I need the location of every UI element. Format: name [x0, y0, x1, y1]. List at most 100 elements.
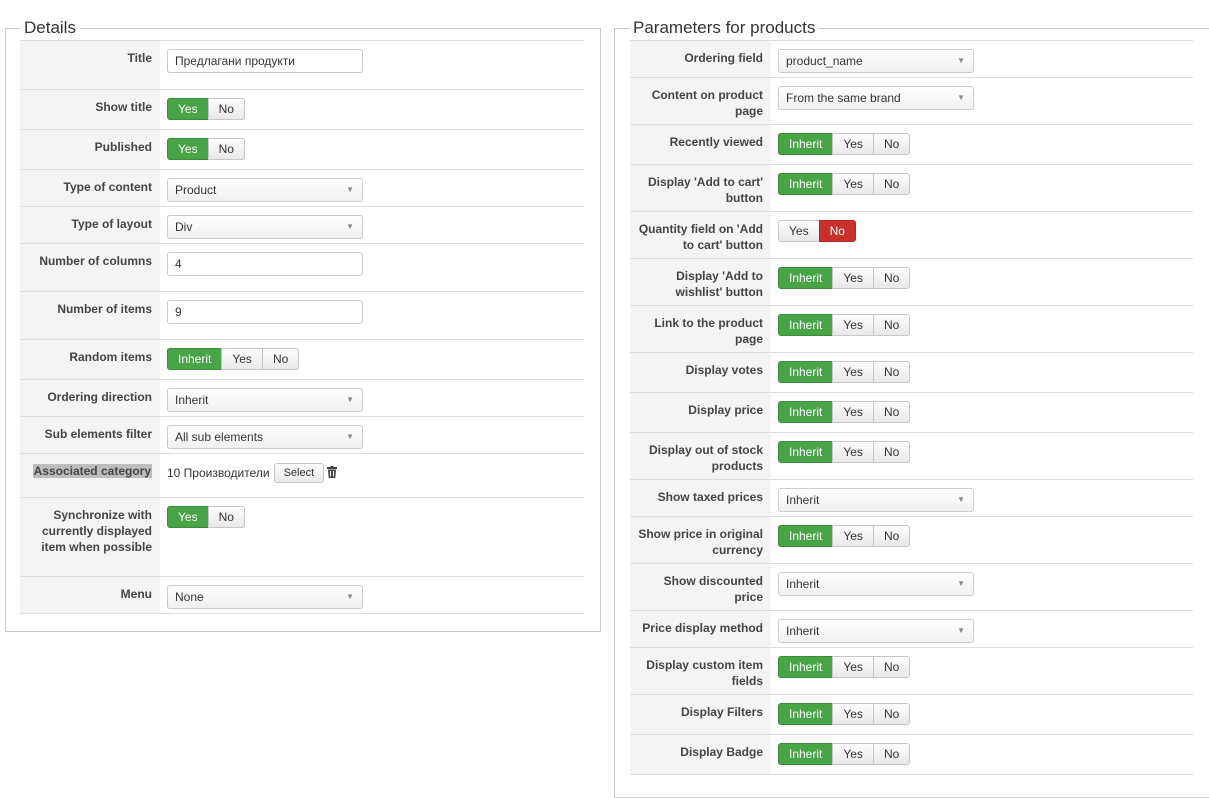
display-badge-inherit-button[interactable]: Inherit: [778, 743, 834, 765]
chevron-down-icon: ▼: [346, 395, 354, 404]
number-of-columns-input[interactable]: [167, 252, 363, 276]
number-of-items-input[interactable]: [167, 300, 363, 324]
show-title-yes-button[interactable]: Yes: [167, 98, 209, 120]
chevron-down-icon: ▼: [346, 222, 354, 231]
display-badge-label: Display Badge: [630, 734, 771, 775]
synchronize-no-button[interactable]: No: [207, 506, 245, 528]
row-display-price: Display price Inherit Yes No: [630, 392, 1193, 433]
type-of-layout-label: Type of layout: [20, 206, 160, 244]
content-on-product-page-select[interactable]: From the same brand ▼: [778, 86, 974, 110]
display-filters-yes-button[interactable]: Yes: [832, 703, 874, 725]
display-out-of-stock-inherit-button[interactable]: Inherit: [778, 441, 834, 463]
show-discounted-price-value: Inherit: [786, 577, 820, 591]
menu-select[interactable]: None ▼: [167, 585, 363, 609]
ordering-direction-label: Ordering direction: [20, 379, 160, 417]
display-votes-label: Display votes: [630, 352, 771, 393]
display-add-to-cart-inherit-button[interactable]: Inherit: [778, 173, 834, 195]
show-taxed-prices-select[interactable]: Inherit ▼: [778, 488, 974, 512]
row-synchronize: Synchronize with currently displayed ite…: [20, 497, 584, 577]
display-add-to-wishlist-no-button[interactable]: No: [872, 267, 911, 289]
display-custom-fields-inherit-button[interactable]: Inherit: [778, 656, 834, 678]
display-votes-toggle: Inherit Yes No: [778, 361, 911, 383]
details-form-table: Title Show title Yes No Published Yes No…: [20, 40, 584, 614]
price-display-method-select[interactable]: Inherit ▼: [778, 619, 974, 643]
show-title-label: Show title: [20, 89, 160, 130]
display-custom-fields-label: Display custom item fields: [630, 647, 771, 695]
display-badge-no-button[interactable]: No: [872, 743, 911, 765]
display-votes-no-button[interactable]: No: [872, 361, 911, 383]
published-yes-button[interactable]: Yes: [167, 138, 209, 160]
show-price-original-currency-yes-button[interactable]: Yes: [832, 525, 874, 547]
show-title-no-button[interactable]: No: [207, 98, 245, 120]
type-of-layout-select[interactable]: Div ▼: [167, 215, 363, 239]
associated-category-select-button[interactable]: Select: [273, 463, 325, 483]
row-number-of-items: Number of items: [20, 291, 584, 340]
chevron-down-icon: ▼: [957, 626, 965, 635]
sub-elements-filter-value: All sub elements: [175, 430, 264, 444]
quantity-field-yes-button[interactable]: Yes: [778, 220, 820, 242]
display-price-no-button[interactable]: No: [872, 401, 911, 423]
params-legend: Parameters for products: [633, 18, 816, 37]
sub-elements-filter-label: Sub elements filter: [20, 416, 160, 454]
display-custom-fields-toggle: Inherit Yes No: [778, 656, 911, 678]
random-items-yes-button[interactable]: Yes: [221, 348, 263, 370]
show-price-original-currency-inherit-button[interactable]: Inherit: [778, 525, 834, 547]
published-no-button[interactable]: No: [207, 138, 245, 160]
display-out-of-stock-yes-button[interactable]: Yes: [832, 441, 874, 463]
random-items-inherit-button[interactable]: Inherit: [167, 348, 223, 370]
row-associated-category: Associated category 10 Производители Sel…: [20, 453, 584, 498]
row-display-custom-fields: Display custom item fields Inherit Yes N…: [630, 647, 1193, 695]
number-of-columns-label: Number of columns: [20, 243, 160, 292]
quantity-field-label: Quantity field on 'Add to cart' button: [630, 211, 771, 259]
ordering-direction-select[interactable]: Inherit ▼: [167, 388, 363, 412]
quantity-field-no-button[interactable]: No: [818, 220, 856, 242]
trash-icon[interactable]: [327, 465, 338, 481]
recently-viewed-no-button[interactable]: No: [872, 133, 911, 155]
link-to-product-page-no-button[interactable]: No: [872, 314, 911, 336]
ordering-direction-value: Inherit: [175, 393, 209, 407]
row-content-on-product-page: Content on product page From the same br…: [630, 77, 1193, 125]
display-filters-inherit-button[interactable]: Inherit: [778, 703, 834, 725]
display-badge-yes-button[interactable]: Yes: [832, 743, 874, 765]
link-to-product-page-yes-button[interactable]: Yes: [832, 314, 874, 336]
type-of-layout-value: Div: [175, 220, 193, 234]
row-display-add-to-wishlist: Display 'Add to wishlist' button Inherit…: [630, 258, 1193, 306]
chevron-down-icon: ▼: [957, 56, 965, 65]
content-on-product-page-label: Content on product page: [630, 77, 771, 125]
sub-elements-filter-select[interactable]: All sub elements ▼: [167, 425, 363, 449]
display-filters-no-button[interactable]: No: [872, 703, 911, 725]
type-of-content-select[interactable]: Product ▼: [167, 178, 363, 202]
row-type-of-content: Type of content Product ▼: [20, 169, 584, 207]
display-custom-fields-no-button[interactable]: No: [872, 656, 911, 678]
display-filters-toggle: Inherit Yes No: [778, 703, 911, 725]
show-price-original-currency-no-button[interactable]: No: [872, 525, 911, 547]
recently-viewed-yes-button[interactable]: Yes: [832, 133, 874, 155]
display-out-of-stock-no-button[interactable]: No: [872, 441, 911, 463]
display-add-to-cart-yes-button[interactable]: Yes: [832, 173, 874, 195]
link-to-product-page-inherit-button[interactable]: Inherit: [778, 314, 834, 336]
params-form-table: Ordering field product_name ▼ Content on …: [630, 40, 1193, 775]
row-ordering-direction: Ordering direction Inherit ▼: [20, 379, 584, 417]
row-menu: Menu None ▼: [20, 576, 584, 614]
title-input[interactable]: [167, 49, 363, 73]
synchronize-yes-button[interactable]: Yes: [167, 506, 209, 528]
recently-viewed-inherit-button[interactable]: Inherit: [778, 133, 834, 155]
type-of-content-label: Type of content: [20, 169, 160, 207]
display-votes-yes-button[interactable]: Yes: [832, 361, 874, 383]
chevron-down-icon: ▼: [957, 93, 965, 102]
display-price-yes-button[interactable]: Yes: [832, 401, 874, 423]
associated-category-value: 10 Производители: [167, 466, 270, 480]
show-discounted-price-select[interactable]: Inherit ▼: [778, 572, 974, 596]
display-price-inherit-button[interactable]: Inherit: [778, 401, 834, 423]
display-add-to-wishlist-inherit-button[interactable]: Inherit: [778, 267, 834, 289]
ordering-field-select[interactable]: product_name ▼: [778, 49, 974, 73]
display-add-to-cart-no-button[interactable]: No: [872, 173, 911, 195]
random-items-no-button[interactable]: No: [261, 348, 300, 370]
ordering-field-value: product_name: [786, 54, 863, 68]
display-custom-fields-yes-button[interactable]: Yes: [832, 656, 874, 678]
display-add-to-wishlist-yes-button[interactable]: Yes: [832, 267, 874, 289]
display-out-of-stock-toggle: Inherit Yes No: [778, 441, 911, 463]
row-show-price-original-currency: Show price in original currency Inherit …: [630, 516, 1193, 564]
chevron-down-icon: ▼: [957, 579, 965, 588]
display-votes-inherit-button[interactable]: Inherit: [778, 361, 834, 383]
